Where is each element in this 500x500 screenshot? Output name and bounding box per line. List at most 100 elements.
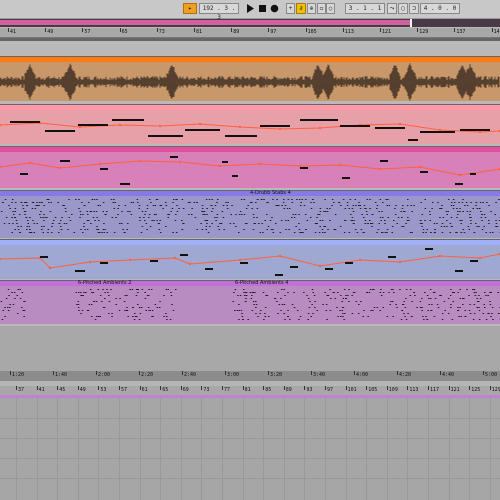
ruler-tick [160, 386, 162, 390]
ruler-tick [440, 371, 441, 375]
grid-line [386, 398, 388, 500]
grid-line [469, 398, 471, 500]
midi-note[interactable] [170, 156, 178, 158]
midi-note[interactable] [185, 129, 220, 131]
ruler-tick [491, 28, 493, 32]
ruler-tick [469, 386, 471, 390]
midi-note[interactable] [375, 127, 405, 129]
midi-note[interactable] [388, 256, 396, 258]
tempo-field[interactable]: 192 . 3 . 3 [199, 3, 239, 21]
follow-icon[interactable]: ⤳ [387, 3, 397, 14]
overview-range[interactable] [0, 20, 410, 25]
midi-note[interactable] [20, 173, 28, 175]
ruler-tick [201, 386, 203, 390]
midi-note[interactable] [148, 135, 183, 137]
midi-note[interactable] [120, 183, 130, 185]
midi-note[interactable] [222, 161, 228, 163]
midi-clip-magenta[interactable] [0, 146, 500, 188]
midi-note[interactable] [225, 135, 257, 137]
midi-note[interactable] [40, 256, 48, 258]
ruler-tick [311, 371, 312, 375]
beat-ruler[interactable]: 41 49 57 65 73 81 89 97 105 113 121 129 137 145 [0, 28, 500, 38]
ruler-label: 145 [493, 29, 500, 35]
midi-note[interactable] [420, 171, 428, 173]
metronome-toggle[interactable]: ▸ [183, 3, 197, 14]
midi-note[interactable] [205, 268, 213, 270]
grid-line [489, 398, 491, 500]
ruler-tick [268, 28, 270, 32]
loop-icon[interactable]: ○ [326, 3, 335, 14]
midi-note[interactable] [180, 254, 188, 256]
midi-note[interactable] [460, 129, 490, 131]
midi-clip-ambients[interactable]: 6-Pitched Ambients 2 6-Pitched Ambients … [0, 280, 500, 324]
grid-line [428, 398, 429, 500]
midi-note[interactable] [325, 268, 333, 270]
ruler-tick [225, 371, 226, 375]
ruler-label: 113 [344, 29, 354, 35]
midi-note[interactable] [425, 248, 433, 250]
ambients-header[interactable]: 6-Pitched Ambients 2 6-Pitched Ambients … [0, 280, 500, 286]
ruler-tick [156, 28, 158, 32]
ruler-tick [448, 386, 450, 390]
punch-in-icon[interactable]: ▢ [398, 3, 408, 14]
stop-icon[interactable] [258, 4, 267, 13]
midi-note[interactable] [420, 131, 455, 133]
ruler-label: 89 [285, 387, 292, 393]
midi-note[interactable] [100, 168, 108, 170]
grid-line [222, 398, 223, 500]
record-icon[interactable] [270, 4, 279, 13]
midi-note[interactable] [470, 173, 476, 175]
ambient-notes [0, 289, 500, 320]
midi-note[interactable] [455, 183, 463, 185]
midi-note[interactable] [100, 262, 108, 264]
ruler-tick [417, 28, 419, 32]
ruler-label: 77 [224, 387, 231, 393]
arrangement-overview[interactable] [0, 19, 500, 27]
midi-note[interactable] [455, 270, 463, 272]
midi-note[interactable] [380, 160, 388, 162]
position-field[interactable]: 3 . 1 . 1 [345, 3, 385, 14]
automation-arm-icon[interactable]: ∂ [296, 3, 306, 14]
session-record-icon[interactable]: ◻ [317, 3, 326, 14]
grid-line [180, 398, 182, 500]
midi-note[interactable] [300, 119, 338, 121]
ruler-label: 89 [233, 29, 240, 35]
midi-note[interactable] [345, 262, 353, 264]
capture-icon[interactable]: ⊕ [307, 3, 316, 14]
midi-note[interactable] [300, 167, 308, 169]
automation-envelope[interactable] [0, 240, 500, 280]
grid-line [242, 398, 244, 500]
midi-note[interactable] [275, 274, 283, 276]
ruler-label: 137 [456, 29, 466, 35]
grid-line [77, 398, 79, 500]
midi-note[interactable] [470, 260, 478, 262]
automation-envelope[interactable] [0, 105, 500, 145]
loop-length-field[interactable]: 4 . 0 . 0 [420, 3, 460, 14]
midi-note[interactable] [408, 139, 418, 141]
automation-envelope[interactable] [0, 147, 500, 189]
midi-clip-blue[interactable] [0, 239, 500, 279]
midi-note[interactable] [290, 266, 298, 268]
midi-note[interactable] [342, 177, 350, 179]
midi-note[interactable] [60, 160, 70, 162]
play-icon[interactable] [246, 4, 255, 13]
midi-note[interactable] [45, 130, 75, 132]
overdub-plus-icon[interactable]: + [286, 3, 295, 14]
ruler-label: 65 [121, 29, 128, 35]
midi-note[interactable] [75, 270, 85, 272]
midi-note[interactable] [260, 125, 290, 127]
midi-clip-drum-stabs[interactable]: 4-Drubb Stabs 4 [0, 190, 500, 238]
midi-note[interactable] [150, 260, 158, 262]
punch-out-icon[interactable]: ⊐ [409, 3, 419, 14]
midi-note[interactable] [112, 119, 144, 121]
midi-note[interactable] [78, 124, 108, 126]
ruler-label: 4:40 [442, 372, 455, 378]
midi-note[interactable] [240, 262, 248, 264]
midi-note[interactable] [232, 175, 238, 177]
audio-clip[interactable] [0, 56, 500, 101]
midi-note[interactable] [10, 121, 40, 123]
drum-stabs-header[interactable]: 4-Drubb Stabs 4 [0, 190, 500, 196]
midi-clip-pink[interactable] [0, 104, 500, 144]
ruler-label: 105 [368, 387, 378, 393]
midi-note[interactable] [340, 125, 370, 127]
